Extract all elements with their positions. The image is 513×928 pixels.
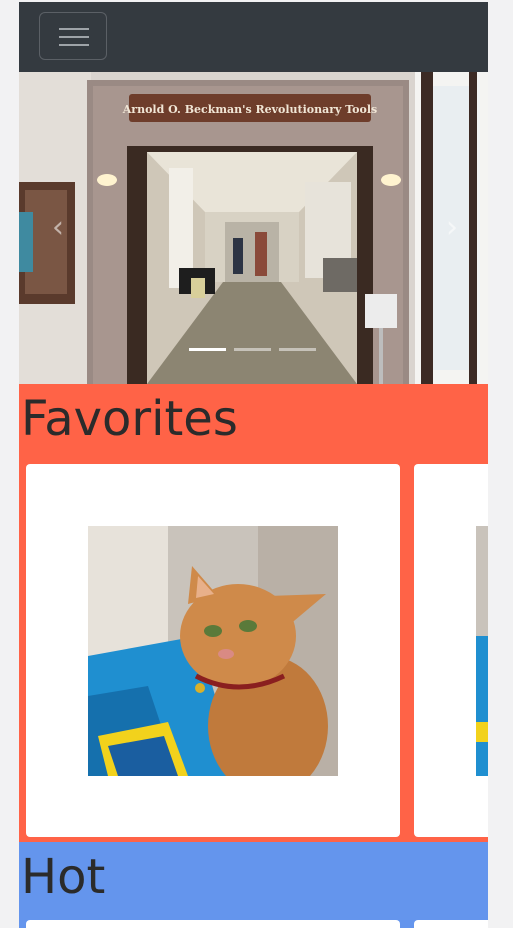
carousel-prev-icon[interactable]: ‹ xyxy=(41,206,75,250)
app-frame: Arnold O. Beckman's Revolutionary Tools xyxy=(19,2,488,928)
hot-card-partial[interactable] xyxy=(414,920,488,928)
cat-image-partial xyxy=(476,526,488,776)
carousel-indicator-3[interactable] xyxy=(279,348,316,351)
carousel-indicator-1[interactable] xyxy=(189,348,226,351)
hot-heading: Hot xyxy=(21,849,106,905)
favorites-section: Favorites xyxy=(19,384,488,842)
carousel-indicator-2[interactable] xyxy=(234,348,271,351)
carousel-next-icon[interactable]: › xyxy=(435,206,469,250)
navbar-toggle-button[interactable] xyxy=(39,12,107,60)
carousel-indicators xyxy=(189,348,319,352)
image-carousel[interactable]: Arnold O. Beckman's Revolutionary Tools xyxy=(19,72,488,384)
hot-card[interactable] xyxy=(26,920,400,928)
hamburger-icon xyxy=(59,28,89,30)
navbar xyxy=(19,2,488,72)
favorites-card[interactable] xyxy=(26,464,400,837)
favorites-heading: Favorites xyxy=(21,391,238,447)
cat-image xyxy=(88,526,338,776)
carousel-slide-image: Arnold O. Beckman's Revolutionary Tools xyxy=(19,72,488,384)
hamburger-icon-middle xyxy=(59,36,89,38)
hamburger-icon-bottom xyxy=(59,44,89,46)
hot-section: Hot xyxy=(19,842,488,928)
carousel-sign-text: Arnold O. Beckman's Revolutionary Tools xyxy=(122,103,377,116)
favorites-card-partial[interactable] xyxy=(414,464,488,837)
